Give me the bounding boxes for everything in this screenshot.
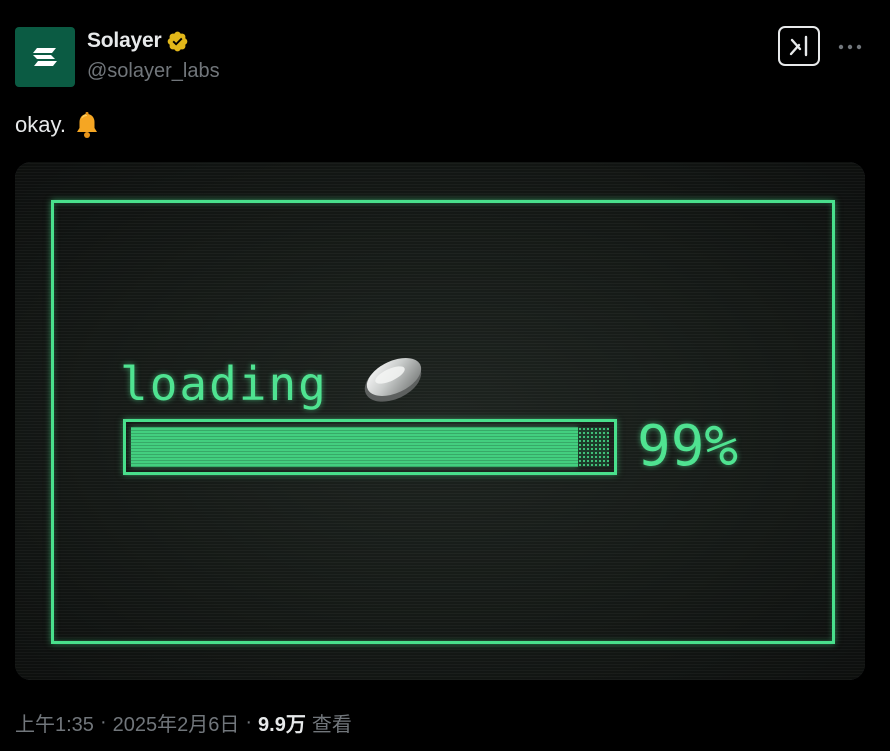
meta-separator: · (99, 711, 107, 733)
loading-progress-bar (123, 419, 617, 475)
views-label: 查看 (311, 714, 352, 736)
coin-icon (364, 358, 422, 402)
progress-bar-remaining (578, 427, 609, 467)
more-dots-icon (838, 44, 862, 50)
grok-icon (789, 35, 808, 57)
solayer-logo-icon (33, 48, 57, 66)
progress-bar-fill (131, 427, 578, 467)
bell-icon (76, 112, 97, 138)
author-avatar[interactable] (15, 27, 75, 87)
more-options-button[interactable] (836, 37, 864, 57)
tweet-text: okay. (15, 111, 100, 139)
verified-gold-badge-icon[interactable] (166, 30, 189, 53)
author-handle[interactable]: @solayer_labs (87, 60, 220, 83)
tweet-media-image[interactable]: loading 99% (15, 162, 865, 680)
tweet-time[interactable]: 上午1:35 (15, 708, 94, 737)
views-count[interactable]: 9.9万 (258, 708, 306, 737)
tweet-text-content: okay. (15, 112, 66, 137)
meta-separator: · (245, 711, 253, 733)
tweet-date[interactable]: 2025年2月6日 (113, 708, 240, 737)
author-name-row: Solayer (87, 29, 189, 53)
grok-button[interactable] (778, 26, 820, 66)
progress-percent-label: 99% (637, 414, 739, 479)
loading-label: loading (120, 357, 328, 411)
tweet-meta: 上午1:35 · 2025年2月6日 · 9.9万 查看 (15, 708, 352, 737)
author-display-name[interactable]: Solayer (87, 29, 162, 53)
